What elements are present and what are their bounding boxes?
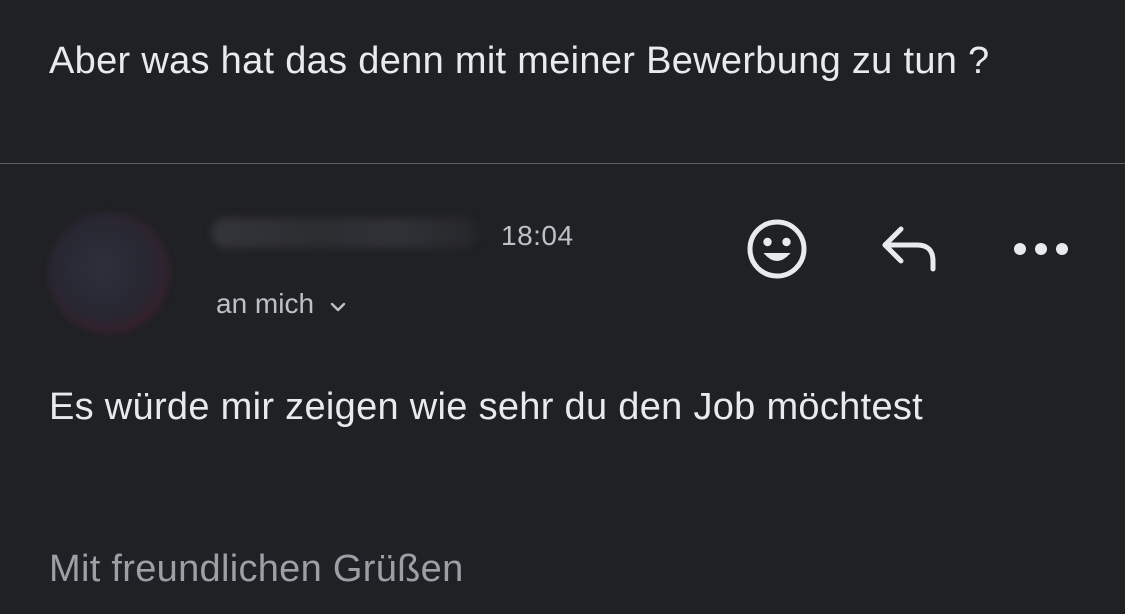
more-options-icon	[1014, 243, 1068, 255]
reply-button[interactable]	[876, 220, 942, 278]
recipient-label: an mich	[216, 288, 315, 319]
recipient-details-toggle[interactable]: an mich	[216, 288, 350, 320]
message-signature: Mit freundlichen Grüßen	[49, 548, 464, 590]
chevron-down-icon	[330, 302, 346, 312]
message-divider	[0, 163, 1125, 164]
sender-avatar[interactable]	[48, 212, 170, 334]
message-time: 18:04	[501, 220, 574, 251]
add-reaction-button[interactable]	[744, 216, 810, 282]
more-options-button[interactable]	[1010, 228, 1072, 270]
sender-name-redacted[interactable]	[212, 218, 477, 248]
message-body: Es würde mir zeigen wie sehr du den Job …	[49, 386, 924, 428]
emoji-reaction-icon	[747, 219, 807, 279]
reply-icon	[882, 226, 936, 272]
previous-message-text: Aber was hat das denn mit meiner Bewerbu…	[49, 40, 990, 82]
